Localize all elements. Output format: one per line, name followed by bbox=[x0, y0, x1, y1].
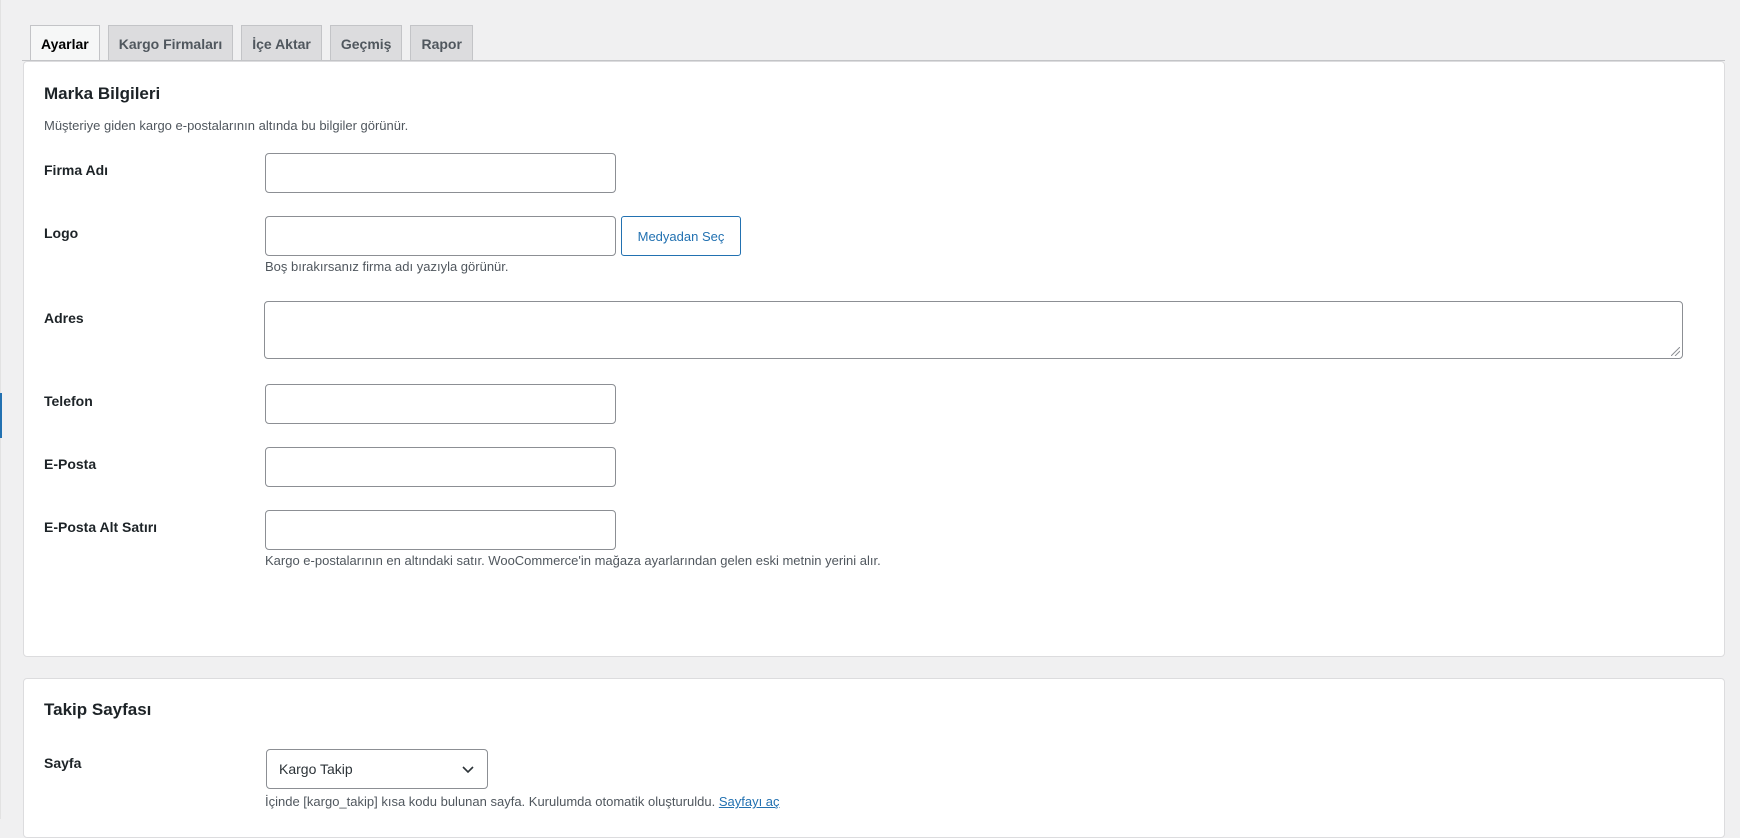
tab-ayarlar[interactable]: Ayarlar bbox=[30, 25, 100, 62]
tracking-page-selected-value: Kargo Takip bbox=[279, 761, 353, 777]
tab-rapor[interactable]: Rapor bbox=[410, 25, 473, 61]
tracking-page-help-text: İçinde [kargo_takip] kısa kodu bulunan s… bbox=[265, 794, 716, 809]
company-name-label: Firma Adı bbox=[44, 162, 109, 178]
tab-ice-aktar[interactable]: İçe Aktar bbox=[241, 25, 322, 61]
address-label: Adres bbox=[44, 310, 84, 326]
phone-input[interactable] bbox=[265, 384, 616, 424]
tracking-page-card: Takip Sayfası Sayfa Kargo Takip İçinde [… bbox=[23, 678, 1725, 838]
tracking-section-title: Takip Sayfası bbox=[44, 700, 152, 719]
page-label: Sayfa bbox=[44, 755, 82, 771]
chevron-down-icon bbox=[462, 766, 474, 774]
email-footer-label: E-Posta Alt Satırı bbox=[44, 519, 158, 535]
open-page-link[interactable]: Sayfayı aç bbox=[719, 794, 780, 809]
tracking-page-select[interactable]: Kargo Takip bbox=[266, 749, 488, 789]
logo-help-text: Boş bırakırsanız firma adı yazıyla görün… bbox=[265, 259, 509, 274]
brand-description: Müşteriye giden kargo e-postalarının alt… bbox=[44, 118, 409, 133]
email-footer-input[interactable] bbox=[265, 510, 616, 550]
resize-grip-icon[interactable] bbox=[1671, 347, 1680, 356]
email-label: E-Posta bbox=[44, 456, 97, 472]
sidebar-active-marker bbox=[0, 393, 2, 438]
tracking-page-help: İçinde [kargo_takip] kısa kodu bulunan s… bbox=[265, 794, 780, 809]
brand-info-card: Marka Bilgileri Müşteriye giden kargo e-… bbox=[23, 61, 1725, 657]
company-name-input[interactable] bbox=[265, 153, 616, 193]
logo-url-input[interactable] bbox=[265, 216, 616, 256]
brand-section-title: Marka Bilgileri bbox=[44, 84, 161, 103]
settings-tabs: Ayarlar Kargo Firmaları İçe Aktar Geçmiş… bbox=[22, 25, 1740, 62]
email-input[interactable] bbox=[265, 447, 616, 487]
choose-from-media-button[interactable]: Medyadan Seç bbox=[621, 216, 741, 256]
email-footer-help-text: Kargo e-postalarının en altındaki satır.… bbox=[265, 553, 881, 568]
address-textarea[interactable] bbox=[264, 301, 1683, 359]
logo-label: Logo bbox=[44, 225, 79, 241]
phone-label: Telefon bbox=[44, 393, 93, 409]
tab-kargo-firmalari[interactable]: Kargo Firmaları bbox=[107, 25, 234, 61]
tab-gecmis[interactable]: Geçmiş bbox=[329, 25, 403, 61]
